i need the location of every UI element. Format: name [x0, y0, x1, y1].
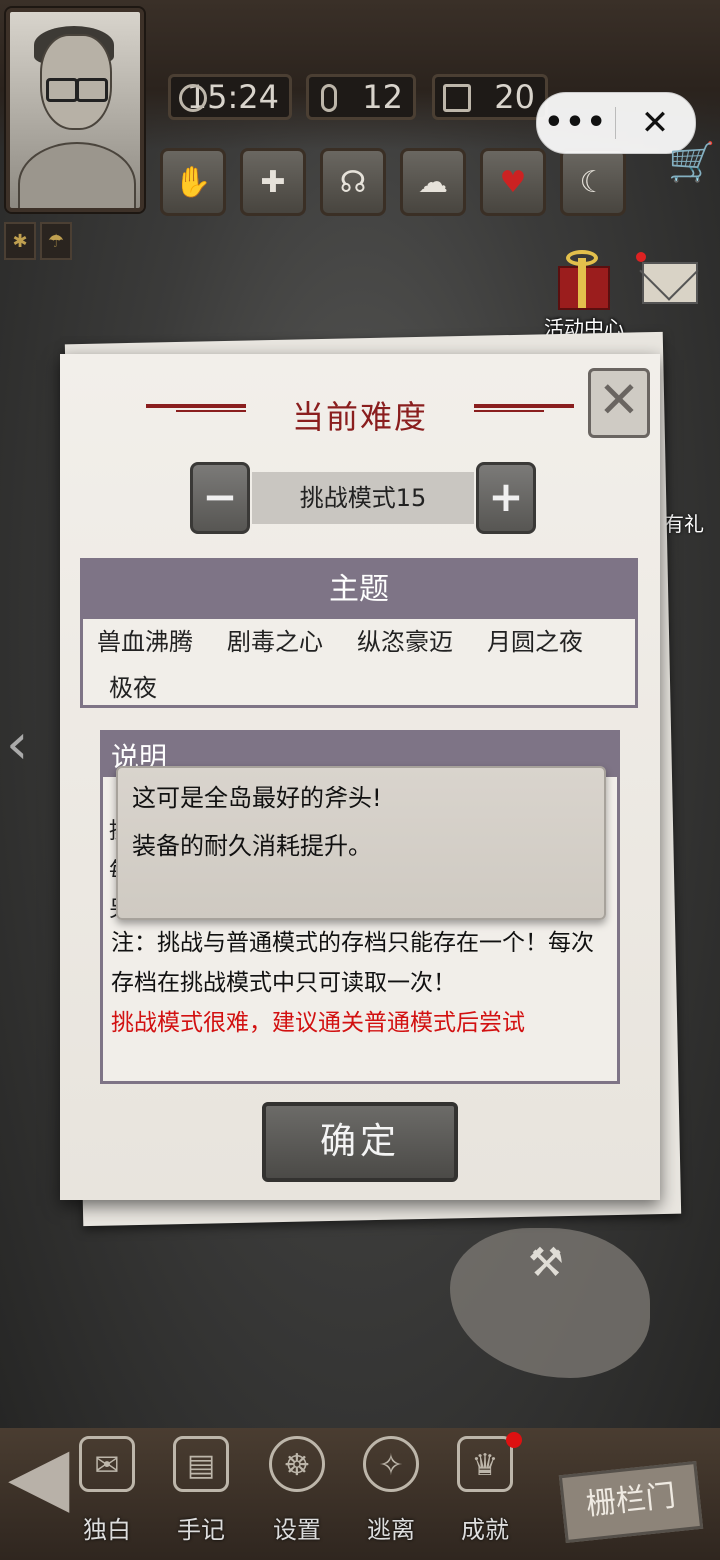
brain-icon[interactable]: ☁ [400, 148, 466, 216]
nav-monologue[interactable]: ✉ 独白 [62, 1430, 152, 1550]
moon-icon[interactable]: ☾ [560, 148, 626, 216]
description-note: 注：挑战与普通模式的存档只能存在一个！每次存档在挑战模式中只可读取一次！ [111, 930, 594, 996]
portrait-body [18, 142, 136, 208]
nav-label: 独白 [83, 1516, 131, 1544]
nav-label: 逃离 [367, 1516, 415, 1544]
fence-gate-sign[interactable]: 栅栏门 [558, 1460, 704, 1544]
time-display: 15:24 [168, 74, 292, 120]
nav-escape[interactable]: ✧ 逃离 [346, 1430, 436, 1550]
notebook-icon: ▤ [173, 1436, 229, 1492]
description-warning: 挑战模式很难，建议通关普通模式后尝试 [111, 1010, 525, 1036]
nav-achievements[interactable]: ♛ 成就 [440, 1430, 530, 1550]
back-arrow-icon[interactable]: ◀ [8, 1436, 70, 1516]
gift-bow [566, 250, 598, 266]
weather-icon[interactable]: ☂ [40, 222, 72, 260]
theme-item: 兽血沸腾 [97, 628, 193, 656]
status-icons-row: ✋ ✚ ☊ ☁ ♥ ☾ [160, 148, 626, 216]
nav-label: 设置 [273, 1516, 321, 1544]
tooltip-line-2: 装备的耐久消耗提升。 [132, 832, 372, 860]
gift-icon[interactable] [552, 248, 612, 310]
nav-notes[interactable]: ▤ 手记 [156, 1430, 246, 1550]
nav-label: 成就 [461, 1516, 509, 1544]
notification-dot [636, 252, 646, 262]
left-arrow-icon[interactable]: ‹ [6, 712, 28, 777]
theme-list: 兽血沸腾 剧毒之心 纵恣豪迈 月圆之夜 极夜 [83, 619, 635, 711]
clock-icon [179, 84, 207, 112]
description-body: 注：挑战与普通模式的存档只能存在一个！每次存档在挑战模式中只可读取一次！ 挑战模… [111, 923, 611, 1043]
tooltip-line-1: 这可是全岛最好的斧头! [132, 784, 382, 812]
difficulty-stepper: − 挑战模式15 + [190, 462, 536, 534]
temperature-value: 12 [362, 78, 403, 116]
side-gift-label[interactable]: 有礼 [664, 508, 704, 537]
temperature-display: 12 [306, 74, 416, 120]
stomach-icon[interactable]: ☊ [320, 148, 386, 216]
dialog-title-row: 当前难度 [60, 392, 660, 438]
nav-settings[interactable]: ☸ 设置 [252, 1430, 342, 1550]
theme-item: 纵恣豪迈 [357, 628, 453, 656]
close-icon[interactable]: ✕ [588, 368, 650, 438]
theme-header: 主题 [83, 561, 635, 619]
trophy-icon: ♛ [457, 1436, 513, 1492]
thermometer-icon [321, 84, 337, 112]
difficulty-dialog: 当前难度 ✕ − 挑战模式15 + 主题 兽血沸腾 剧毒之心 纵恣豪迈 月圆之夜… [60, 354, 660, 1200]
character-portrait[interactable] [6, 8, 144, 212]
axe-icon[interactable]: ⚒ [528, 1240, 564, 1286]
dialog-title: 当前难度 [291, 398, 428, 436]
scroll-icon: ✉ [79, 1436, 135, 1492]
calendar-icon [443, 84, 471, 112]
heart-icon[interactable]: ♥ [480, 148, 546, 216]
buff-icons: ✱ ☂ [4, 222, 72, 260]
mail-icon[interactable] [642, 262, 698, 304]
nav-label: 手记 [177, 1516, 225, 1544]
difficulty-value: 挑战模式15 [252, 472, 474, 524]
ship-wheel-icon: ☸ [269, 1436, 325, 1492]
portrait-glasses-left [46, 78, 78, 102]
achievement-notification-dot [506, 1432, 522, 1448]
hand-icon[interactable]: ✋ [160, 148, 226, 216]
close-app-button[interactable]: ✕ [616, 103, 694, 143]
theme-item: 剧毒之心 [227, 628, 323, 656]
item-tooltip: 这可是全岛最好的斧头! 装备的耐久消耗提升。 [116, 766, 606, 920]
decrease-difficulty-button[interactable]: − [190, 462, 250, 534]
increase-difficulty-button[interactable]: + [476, 462, 536, 534]
confirm-button[interactable]: 确定 [262, 1102, 458, 1182]
compass-icon: ✧ [363, 1436, 419, 1492]
theme-section: 主题 兽血沸腾 剧毒之心 纵恣豪迈 月圆之夜 极夜 [80, 558, 638, 708]
theme-item: 极夜 [109, 674, 157, 702]
day-display: 20 [432, 74, 548, 120]
shop-cart-icon[interactable]: 🛒 [668, 140, 715, 185]
more-menu-button[interactable]: ••• [537, 108, 615, 138]
leaf-icon[interactable]: ✱ [4, 222, 36, 260]
day-value: 20 [494, 78, 535, 116]
medical-cross-icon[interactable]: ✚ [240, 148, 306, 216]
portrait-glasses-right [76, 78, 108, 102]
theme-item: 月圆之夜 [487, 628, 583, 656]
